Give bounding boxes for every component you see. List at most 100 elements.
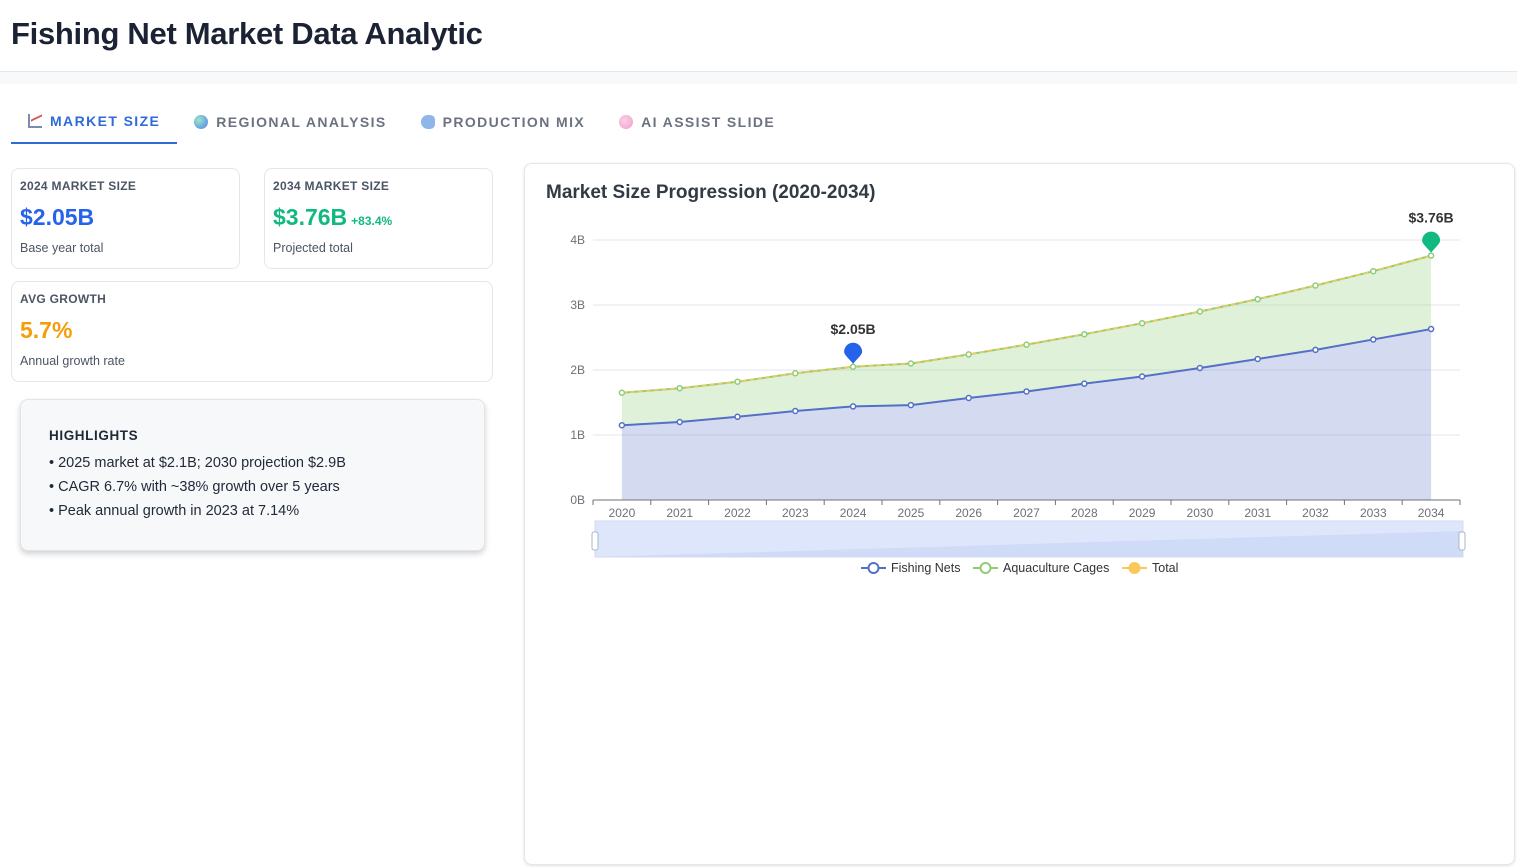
fish-icon [420, 115, 435, 129]
point-aquaculture-cages [1370, 267, 1377, 275]
highlights-panel: HIGHLIGHTS • 2025 market at $2.1B; 2030 … [20, 399, 485, 551]
point-fishing-nets [676, 418, 683, 426]
point-aquaculture-cages [965, 351, 972, 358]
marker-label: $2.05B [831, 321, 876, 337]
x-tick-label: 2020 [609, 506, 636, 520]
kpi-card-2024: 2024 MARKET SIZE $2.05B Base year total [11, 168, 240, 269]
point-aquaculture-cages [1138, 319, 1146, 327]
point-fishing-nets [907, 401, 915, 409]
point-aquaculture-cages [618, 389, 626, 396]
data-zoom-window [595, 521, 1463, 557]
y-tick-label: 1B [570, 428, 585, 442]
tab-label: MARKET SIZE [50, 113, 161, 129]
kpi-value: $3.76B [273, 204, 348, 230]
chart-icon [28, 114, 42, 128]
point-aquaculture-cages [1196, 308, 1204, 315]
point-fishing-nets [734, 413, 741, 421]
market-size-chart-card: Market Size Progression (2020-2034) 0B 1B… [524, 163, 1515, 865]
tab-label: REGIONAL ANALYSIS [216, 114, 387, 130]
tab-label: PRODUCTION MIX [442, 114, 586, 130]
legend-swatch-dot [1128, 562, 1141, 574]
point-aquaculture-cages [1081, 331, 1088, 338]
kpi-label: AVG GROWTH [20, 292, 107, 306]
point-fishing-nets [1023, 388, 1030, 395]
highlight-item: • Peak annual growth in 2023 at 7.14% [49, 503, 300, 519]
kpi-subtitle: Projected total [273, 241, 353, 255]
highlights-title: HIGHLIGHTS [49, 428, 139, 443]
x-tick-label: 2024 [840, 506, 867, 520]
y-tick-label: 3B [570, 298, 585, 312]
x-tick-label: 2031 [1244, 506, 1271, 520]
x-tick-label: 2034 [1418, 506, 1445, 520]
point-aquaculture-cages [676, 384, 683, 392]
kpi-label: 2034 MARKET SIZE [273, 179, 390, 193]
highlight-item: • 2025 market at $2.1B; 2030 projection … [49, 455, 346, 471]
kpi-card-2034: 2034 MARKET SIZE $3.76B +83.4% Projected … [264, 168, 493, 269]
x-tick-label: 2021 [666, 506, 693, 520]
kpi-label: 2024 MARKET SIZE [20, 179, 137, 193]
legend-item[interactable]: Total [1122, 561, 1178, 575]
point-aquaculture-cages [1023, 341, 1030, 348]
page-title: Fishing Net Market Data Analytic [11, 16, 483, 51]
kpi-delta-badge: +83.4% [351, 214, 393, 228]
kpi-subtitle: Base year total [20, 241, 104, 255]
legend-item[interactable]: Fishing Nets [861, 561, 960, 575]
marker-pin [1422, 231, 1441, 253]
tab-bar: MARKET SIZE REGIONAL ANALYSIS PRODUCTION… [11, 100, 792, 144]
header-strip [0, 72, 1517, 84]
point-aquaculture-cages [1254, 295, 1261, 303]
data-zoom-handle-right[interactable] [1458, 531, 1466, 551]
point-aquaculture-cages [907, 360, 915, 367]
point-fishing-nets [849, 403, 857, 410]
kpi-value: 5.7% [20, 317, 73, 343]
point-aquaculture-cages [1427, 252, 1435, 259]
x-tick-label: 2028 [1071, 506, 1098, 520]
point-fishing-nets [1254, 355, 1261, 363]
x-tick-label: 2022 [724, 506, 751, 520]
brain-icon [619, 115, 634, 129]
highlight-item: • CAGR 6.7% with ~38% growth over 5 year… [49, 479, 340, 495]
globe-icon [194, 115, 209, 129]
market-size-chart: 0B 1B 2B 3B 4B 2020 2021 2022 2023 2024 2025 2026 20… [570, 210, 1466, 575]
x-tick-label: 2029 [1129, 506, 1156, 520]
x-tick-label: 2030 [1187, 506, 1214, 520]
y-tick-label: 2B [570, 363, 585, 377]
tab-ai-assist-slide[interactable]: AI ASSIST SLIDE [602, 100, 792, 144]
x-tick-label: 2026 [955, 506, 982, 520]
marker-pin [844, 342, 863, 364]
point-fishing-nets [1081, 380, 1088, 387]
tab-label: AI ASSIST SLIDE [641, 114, 776, 130]
point-aquaculture-cages [1312, 282, 1319, 289]
legend-label: Total [1152, 561, 1178, 575]
legend-item[interactable]: Aquaculture Cages [973, 561, 1109, 575]
x-tick-label: 2033 [1360, 506, 1387, 520]
tab-production-mix[interactable]: PRODUCTION MIX [404, 100, 603, 144]
x-tick-label: 2032 [1302, 506, 1329, 520]
marker-label: $3.76B [1409, 210, 1454, 226]
legend-label: Aquaculture Cages [1003, 561, 1109, 575]
legend-swatch-dot [867, 562, 880, 574]
y-tick-label: 4B [570, 233, 585, 247]
x-tick-label: 2023 [782, 506, 809, 520]
kpi-subtitle: Annual growth rate [20, 354, 125, 368]
data-zoom-handle-left[interactable] [591, 531, 599, 551]
point-fishing-nets [1427, 325, 1435, 333]
kpi-card-avg-growth: AVG GROWTH 5.7% Annual growth rate [11, 281, 493, 382]
point-aquaculture-cages [849, 363, 857, 370]
header: Fishing Net Market Data Analytic [0, 0, 1517, 72]
point-fishing-nets [965, 394, 972, 402]
tab-regional-analysis[interactable]: REGIONAL ANALYSIS [177, 100, 403, 144]
tab-market-size[interactable]: MARKET SIZE [11, 100, 178, 144]
point-fishing-nets [1138, 373, 1146, 380]
point-fishing-nets [1370, 336, 1377, 343]
point-aquaculture-cages [734, 378, 741, 385]
kpi-value: $2.05B [20, 204, 95, 230]
point-fishing-nets [1312, 346, 1319, 354]
x-tick-label: 2027 [1013, 506, 1040, 520]
legend-label: Fishing Nets [891, 561, 960, 575]
x-tick-label: 2025 [898, 506, 925, 520]
point-fishing-nets [792, 407, 799, 415]
point-aquaculture-cages [792, 370, 799, 377]
y-tick-label: 0B [570, 493, 585, 507]
point-fishing-nets [618, 422, 626, 429]
